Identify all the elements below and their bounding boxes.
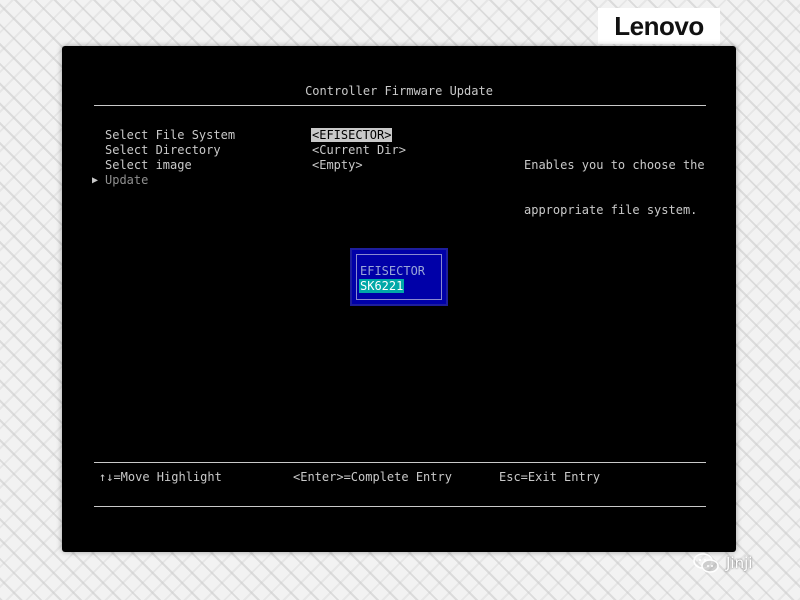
footer-move-hint: ↑↓=Move Highlight: [99, 470, 222, 484]
menu-label-file-system[interactable]: Select File System: [105, 128, 235, 142]
help-line: Enables you to choose the: [524, 158, 705, 172]
logo-text: Lenovo: [614, 10, 704, 41]
lenovo-logo: Lenovo: [598, 8, 720, 44]
page-title: Controller Firmware Update: [305, 84, 493, 98]
directory-value[interactable]: <Current Dir>: [312, 143, 406, 157]
popup-option-efisector[interactable]: EFISECTOR: [360, 264, 425, 278]
watermark: Jinji: [692, 552, 752, 574]
footer-top-divider: [94, 462, 706, 463]
image-value[interactable]: <Empty>: [312, 158, 363, 172]
popup-option-sk6221[interactable]: SK6221: [359, 279, 405, 293]
file-system-value[interactable]: <EFISECTOR>: [311, 128, 393, 142]
menu-label-directory[interactable]: Select Directory: [105, 143, 221, 157]
help-line: appropriate file system.: [524, 203, 698, 217]
bios-screen: Controller Firmware Update Select File S…: [62, 46, 736, 552]
watermark-text: Jinji: [726, 554, 753, 572]
help-panel: Enables you to choose the appropriate fi…: [524, 128, 705, 248]
footer-bottom-divider: [94, 506, 706, 507]
file-system-popup: EFISECTOR SK6221: [350, 248, 448, 306]
header-divider: [94, 105, 706, 106]
menu-label-image[interactable]: Select image: [105, 158, 192, 172]
footer-esc-hint: Esc=Exit Entry: [499, 470, 601, 484]
chat-bubbles-icon: [693, 553, 719, 573]
submenu-pointer-icon: ▶: [92, 175, 99, 186]
footer-enter-hint: <Enter>=Complete Entry: [293, 470, 452, 484]
menu-item-update[interactable]: Update: [105, 173, 148, 187]
